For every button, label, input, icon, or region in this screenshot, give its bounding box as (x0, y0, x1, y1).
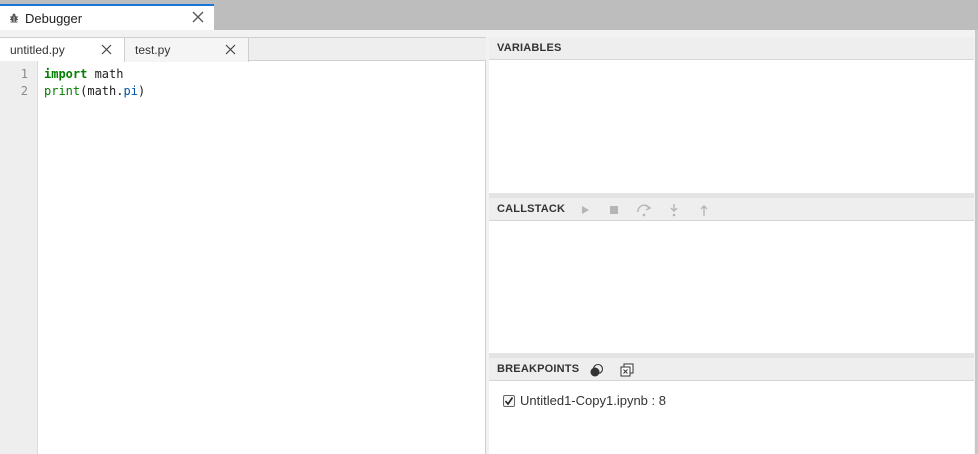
variables-header: VARIABLES (489, 37, 974, 60)
callstack-panel (489, 221, 974, 353)
code-attribute: pi (123, 84, 138, 98)
step-into-icon[interactable] (666, 202, 682, 218)
step-over-icon[interactable] (636, 202, 652, 218)
main-area: untitled.py test.py 1 2 import math prin… (0, 30, 975, 454)
code-line[interactable]: print(math.pi) (44, 84, 145, 98)
stop-icon[interactable] (606, 202, 622, 218)
step-out-icon[interactable] (696, 202, 712, 218)
close-icon[interactable] (191, 10, 205, 24)
tab-debugger[interactable]: Debugger (0, 4, 214, 30)
variables-panel (489, 60, 974, 193)
continue-icon[interactable] (577, 202, 593, 218)
close-icon[interactable] (101, 44, 112, 55)
breakpoints-header: BREAKPOINTS (489, 358, 974, 381)
variables-title: VARIABLES (497, 42, 562, 54)
editor-panel: untitled.py test.py 1 2 import math prin… (0, 37, 486, 454)
file-tab-label: test.py (135, 43, 171, 57)
tab-test-py[interactable]: test.py (125, 38, 249, 62)
file-tab-label: untitled.py (10, 43, 65, 57)
main-tab-bar: Debugger (0, 0, 978, 30)
line-number-gutter: 1 2 (0, 61, 38, 454)
close-all-breakpoints-icon[interactable] (619, 362, 635, 378)
breakpoints-panel: Untitled1-Copy1.ipynb : 8 (489, 381, 974, 454)
code-text: ) (137, 84, 146, 98)
line-number: 1 (20, 67, 28, 81)
bug-icon (9, 13, 19, 23)
breakpoint-item[interactable]: Untitled1-Copy1.ipynb : 8 (503, 393, 666, 408)
breakpoints-title: BREAKPOINTS (497, 363, 580, 375)
close-icon[interactable] (225, 44, 236, 55)
toggle-breakpoints-icon[interactable] (589, 362, 605, 378)
code-builtin: print (44, 84, 81, 98)
callstack-header: CALLSTACK (489, 198, 974, 221)
tab-debugger-label: Debugger (25, 10, 83, 26)
tab-untitled-py[interactable]: untitled.py (0, 38, 125, 62)
code-text: (math. (80, 84, 124, 98)
code-keyword: import (44, 67, 88, 81)
breakpoint-label: Untitled1-Copy1.ipynb : 8 (520, 393, 666, 408)
callstack-title: CALLSTACK (497, 203, 566, 215)
code-line[interactable]: import math (44, 67, 123, 81)
line-number: 2 (20, 84, 28, 98)
code-text: math (87, 67, 124, 81)
breakpoint-checkbox[interactable] (503, 394, 515, 407)
debugger-sidebar: VARIABLES CALLSTACK BREAKPOINTS Untitled… (489, 37, 974, 454)
file-tab-bar: untitled.py test.py (0, 37, 486, 62)
